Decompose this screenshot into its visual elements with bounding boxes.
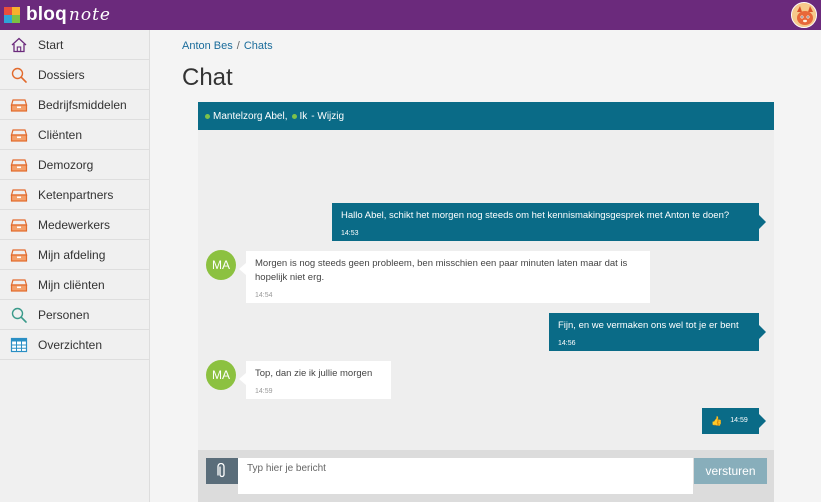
message-text: Top, dan zie ik jullie morgen xyxy=(255,368,373,379)
logo[interactable]: bloq note xyxy=(4,4,111,26)
message-time: 14:59 xyxy=(730,417,748,424)
avatar: MA xyxy=(206,360,236,390)
sidebar-item-dossiers[interactable]: Dossiers xyxy=(0,60,149,90)
edit-participants-link[interactable]: - Wijzig xyxy=(311,111,344,122)
message-input[interactable] xyxy=(238,458,693,494)
drawer-icon xyxy=(10,186,28,204)
drawer-icon xyxy=(10,126,28,144)
breadcrumb-link[interactable]: Chats xyxy=(244,40,273,52)
chat-header: Mantelzorg Abel, Ik - Wijzig xyxy=(198,102,774,130)
sidebar-item-mijn-afdeling[interactable]: Mijn afdeling xyxy=(0,240,149,270)
table-icon xyxy=(10,336,28,354)
sidebar-item-label: Mijn cliënten xyxy=(38,277,105,292)
sidebar-item-label: Personen xyxy=(38,307,90,322)
logo-text: bloq note xyxy=(26,4,111,25)
send-button[interactable]: versturen xyxy=(694,458,767,484)
chat-panel: Mantelzorg Abel, Ik - Wijzig Hallo Abel,… xyxy=(198,102,774,502)
user-avatar[interactable] xyxy=(791,2,817,28)
sidebar-item-mijn-cliënten[interactable]: Mijn cliënten xyxy=(0,270,149,300)
sidebar-item-label: Bedrijfsmiddelen xyxy=(38,97,127,112)
attach-button[interactable] xyxy=(206,458,238,484)
drawer-icon xyxy=(10,156,28,174)
message-incoming: Morgen is nog steeds geen probleem, ben … xyxy=(239,251,650,303)
logo-mark-icon xyxy=(4,7,20,23)
message-time: 14:59 xyxy=(255,388,273,395)
sidebar-item-label: Medewerkers xyxy=(38,217,111,232)
participant-name: Mantelzorg Abel, xyxy=(213,110,288,122)
breadcrumb-link[interactable]: Anton Bes xyxy=(182,40,233,52)
sidebar-item-label: Dossiers xyxy=(38,67,85,82)
participant-name: Ik xyxy=(299,110,308,122)
sidebar: Start Dossiers Bedrijfsmiddelen Cliënten Dem… xyxy=(0,30,150,502)
message-incoming: Top, dan zie ik jullie morgen 14:59 xyxy=(239,361,391,399)
home-icon xyxy=(10,36,28,54)
sidebar-item-label: Overzichten xyxy=(38,337,103,352)
sidebar-item-overzichten[interactable]: Overzichten xyxy=(0,330,149,360)
sidebar-item-label: Mijn afdeling xyxy=(38,247,106,262)
main-content: Anton Bes / Chats Chat Mantelzorg Abel, Ik… xyxy=(150,30,821,502)
drawer-icon xyxy=(10,246,28,264)
sidebar-item-label: Demozorg xyxy=(38,157,94,172)
message-time: 14:53 xyxy=(341,230,359,237)
breadcrumb: Anton Bes / Chats xyxy=(182,40,273,52)
message-text: Fijn, en we vermaken ons wel tot je er b… xyxy=(558,320,739,331)
search-icon xyxy=(10,66,28,84)
message-outgoing: 👍 14:59 xyxy=(702,408,766,434)
message-text: Hallo Abel, schikt het morgen nog steeds… xyxy=(341,210,730,221)
message-time: 14:54 xyxy=(255,292,273,299)
top-bar: bloq note xyxy=(0,0,821,30)
online-dot-icon xyxy=(205,113,210,119)
message-time: 14:56 xyxy=(558,340,576,347)
message-outgoing: Hallo Abel, schikt het morgen nog steeds… xyxy=(332,203,766,241)
online-dot-icon xyxy=(291,113,297,119)
sidebar-item-medewerkers[interactable]: Medewerkers xyxy=(0,210,149,240)
paperclip-icon xyxy=(217,463,225,478)
composer: versturen xyxy=(198,450,774,502)
sidebar-item-demozorg[interactable]: Demozorg xyxy=(0,150,149,180)
message-text: Morgen is nog steeds geen probleem, ben … xyxy=(255,258,628,283)
drawer-icon xyxy=(10,276,28,294)
search-icon xyxy=(10,306,28,324)
sidebar-item-label: Start xyxy=(38,37,64,52)
page-title: Chat xyxy=(182,64,233,91)
drawer-icon xyxy=(10,96,28,114)
sidebar-item-personen[interactable]: Personen xyxy=(0,300,149,330)
sidebar-item-label: Ketenpartners xyxy=(38,187,114,202)
breadcrumb-separator: / xyxy=(236,40,240,52)
sidebar-item-bedrijfsmiddelen[interactable]: Bedrijfsmiddelen xyxy=(0,90,149,120)
thumbs-up-icon: 👍 xyxy=(711,416,723,426)
sidebar-item-ketenpartners[interactable]: Ketenpartners xyxy=(0,180,149,210)
sidebar-item-cliënten[interactable]: Cliënten xyxy=(0,120,149,150)
sidebar-item-label: Cliënten xyxy=(38,127,83,142)
sidebar-item-start[interactable]: Start xyxy=(0,30,149,60)
message-outgoing: Fijn, en we vermaken ons wel tot je er b… xyxy=(549,313,766,351)
avatar: MA xyxy=(206,250,236,280)
drawer-icon xyxy=(10,216,28,234)
